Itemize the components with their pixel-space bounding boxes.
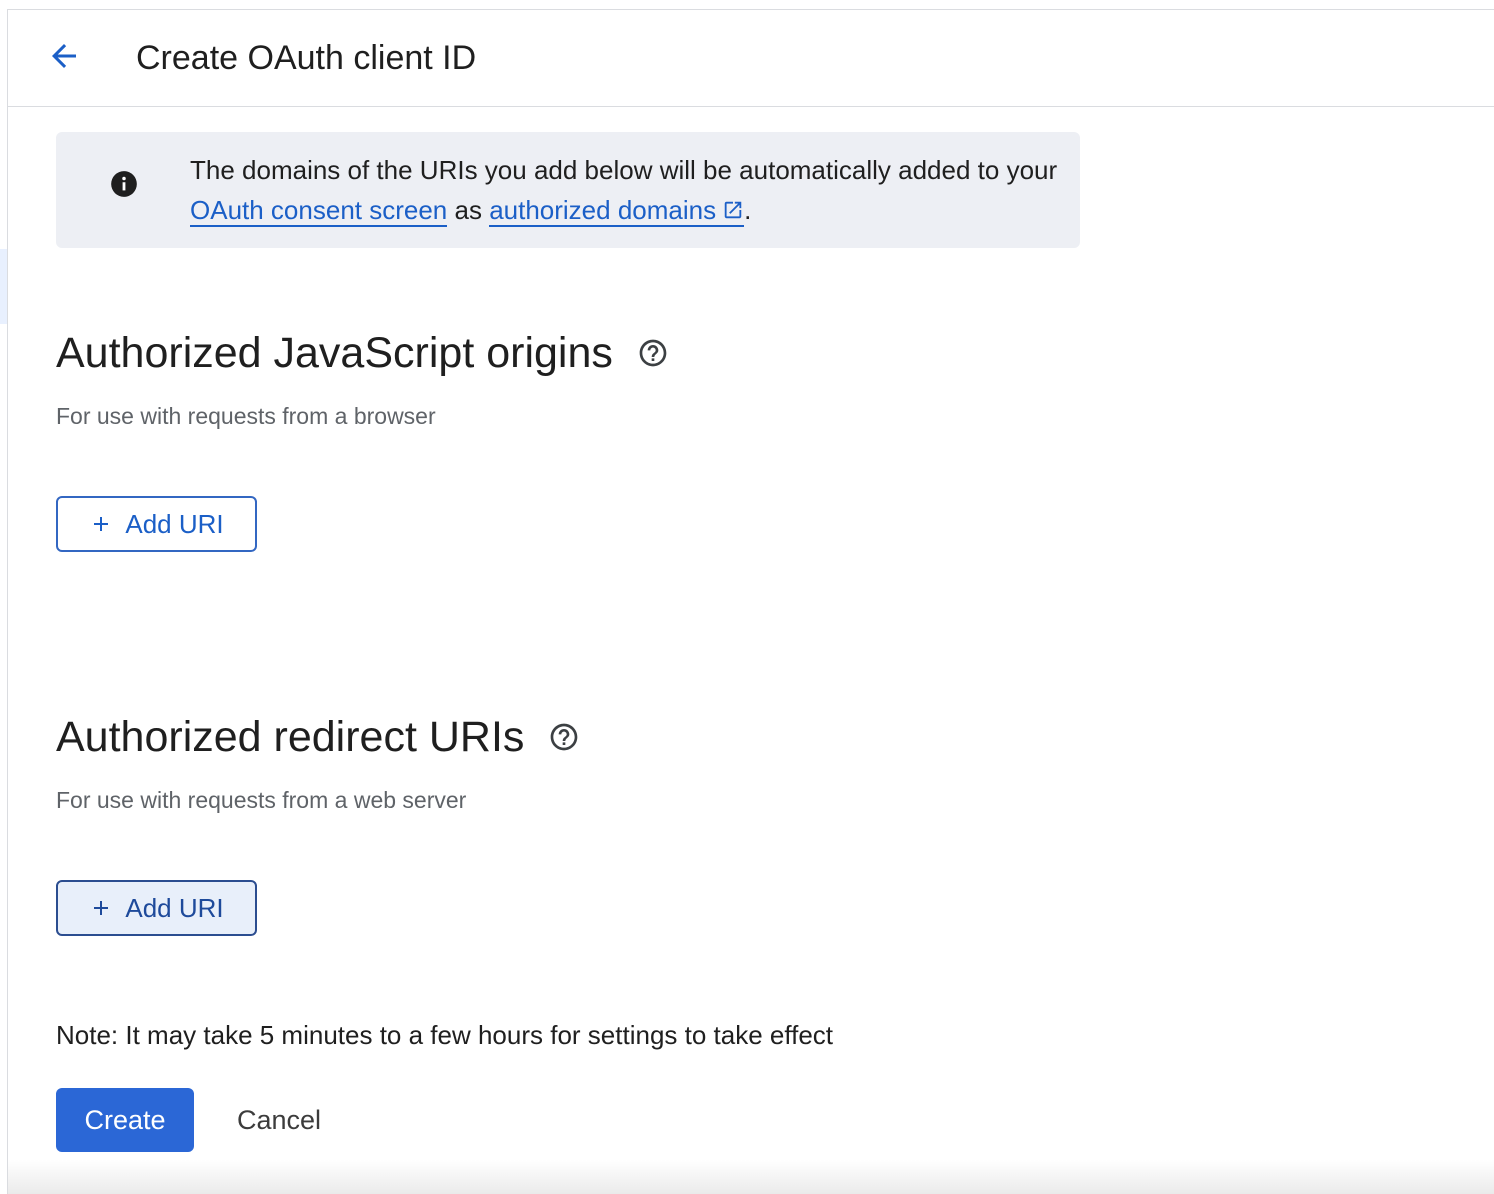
info-banner-text: The domains of the URIs you add below wi… — [190, 150, 1060, 230]
create-button[interactable]: Create — [56, 1088, 194, 1152]
bottom-scroll-shadow — [8, 1160, 1494, 1194]
cancel-button[interactable]: Cancel — [214, 1088, 344, 1152]
info-banner: The domains of the URIs you add below wi… — [56, 132, 1080, 248]
left-rail-active-indicator — [0, 249, 7, 324]
plus-icon — [94, 901, 109, 915]
back-button[interactable] — [42, 34, 86, 78]
page-title: Create OAuth client ID — [136, 39, 477, 77]
redirect-uris-title: Authorized redirect URIs — [56, 713, 525, 761]
plus-icon — [94, 517, 109, 531]
authorized-domains-link[interactable]: authorized domains — [489, 195, 745, 227]
add-js-origin-uri-label: Add URI — [125, 508, 224, 539]
help-outline-icon[interactable] — [637, 337, 669, 369]
help-outline-icon[interactable] — [548, 721, 580, 753]
settings-delay-note: Note: It may take 5 minutes to a few hou… — [56, 1020, 834, 1050]
oauth-consent-screen-link[interactable]: OAuth consent screen — [190, 195, 448, 227]
authorized-domains-link-label: authorized domains — [489, 195, 717, 225]
js-origins-subtitle: For use with requests from a browser — [56, 403, 436, 429]
add-redirect-uri-label: Add URI — [125, 892, 224, 923]
left-rail — [0, 9, 8, 1194]
page-header: Create OAuth client ID — [8, 10, 1494, 107]
add-js-origin-uri-button[interactable]: Add URI — [56, 496, 257, 552]
info-text-after: . — [744, 195, 752, 225]
info-text-before: The domains of the URIs you add below wi… — [190, 155, 1058, 185]
redirect-uris-section-title: Authorized redirect URIs — [56, 710, 580, 764]
info-text-middle: as — [447, 195, 490, 225]
js-origins-title: Authorized JavaScript origins — [56, 329, 613, 377]
add-redirect-uri-button[interactable]: Add URI — [56, 880, 257, 936]
js-origins-section-title: Authorized JavaScript origins — [56, 326, 669, 380]
arrow-back-icon — [52, 44, 76, 68]
info-icon — [111, 171, 137, 197]
redirect-uris-subtitle: For use with requests from a web server — [56, 787, 467, 813]
top-border — [0, 0, 1494, 10]
open-in-new-icon — [724, 201, 742, 219]
